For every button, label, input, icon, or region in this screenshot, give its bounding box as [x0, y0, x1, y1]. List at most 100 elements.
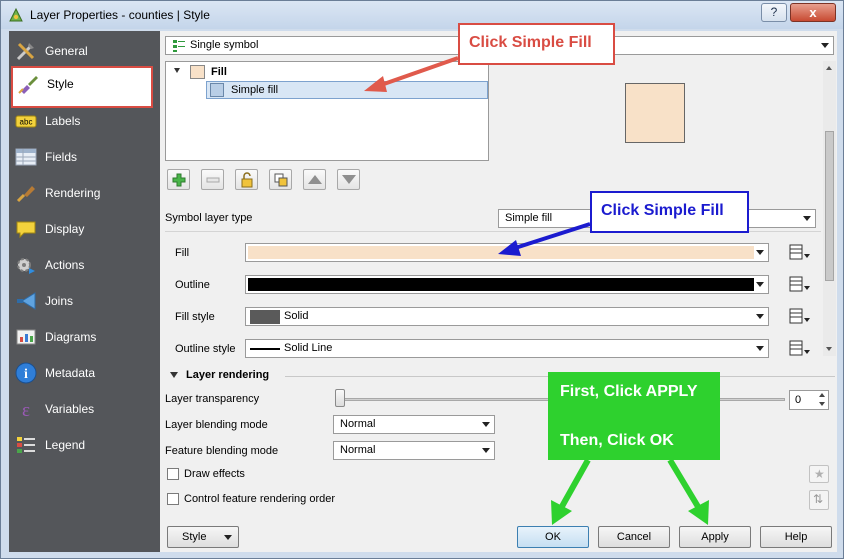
window-close-button[interactable]: x [790, 3, 836, 22]
symbol-layer-tree: Fill Simple fill [165, 61, 489, 161]
move-up-button[interactable] [303, 169, 326, 190]
diagram-icon [16, 329, 36, 345]
chevron-down-icon [482, 448, 490, 453]
data-defined-override-icon[interactable] [787, 338, 813, 358]
duplicate-layer-button[interactable] [269, 169, 292, 190]
effects-button[interactable]: ★ [809, 465, 829, 483]
sidebar-item-label: Actions [45, 258, 85, 272]
sidebar-item-legend[interactable]: Legend [9, 427, 160, 463]
control-order-label: Control feature rendering order [184, 493, 336, 505]
up-arrow-icon [308, 175, 322, 184]
slider-handle[interactable] [335, 389, 345, 407]
sidebar-item-rendering[interactable]: Rendering [9, 175, 160, 211]
fill-label: Fill [175, 247, 190, 259]
add-layer-button[interactable] [167, 169, 190, 190]
sidebar-item-label: Variables [45, 402, 95, 416]
layer-properties-window: Layer Properties - counties | Style ? x … [0, 0, 844, 559]
solid-line-icon [250, 348, 280, 350]
spin-down-icon[interactable] [819, 402, 825, 406]
lock-layer-button[interactable] [235, 169, 258, 190]
section-collapse-icon[interactable] [170, 372, 178, 378]
transparency-spinbox[interactable]: 0 [789, 390, 829, 410]
star-icon: ★ [814, 467, 825, 481]
title-bar[interactable]: Layer Properties - counties | Style ? x [1, 1, 843, 29]
data-defined-override-icon[interactable] [787, 274, 813, 294]
scroll-up-icon[interactable] [826, 66, 832, 70]
fill-swatch-icon [190, 65, 205, 79]
chevron-down-icon [821, 43, 829, 48]
outline-color-swatch [248, 278, 754, 291]
data-defined-override-icon[interactable] [787, 306, 813, 326]
svg-text:i: i [24, 367, 28, 382]
layer-blending-value: Normal [340, 418, 376, 430]
dialog-body: General Style abc Labels Fields Renderin… [9, 31, 837, 552]
feature-blending-label: Feature blending mode [165, 445, 279, 457]
blue-callout: Click Simple Fill [590, 191, 749, 233]
layer-blending-select[interactable]: Normal [333, 415, 495, 434]
control-order-checkbox[interactable] [167, 493, 179, 505]
tree-item-label: Simple fill [231, 84, 279, 96]
fill-color-button[interactable] [245, 243, 769, 262]
svg-text:ε: ε [22, 400, 30, 420]
layer-transparency-label: Layer transparency [165, 393, 260, 405]
tree-collapse-icon[interactable] [174, 68, 180, 73]
sidebar-item-variables[interactable]: ε Variables [9, 391, 160, 427]
paintbrush-icon [18, 76, 38, 94]
fill-style-select[interactable]: Solid [245, 307, 769, 326]
order-settings-button[interactable]: ⇅ [809, 490, 829, 510]
scroll-thumb[interactable] [825, 131, 834, 281]
help-button[interactable]: Help [760, 526, 832, 548]
epsilon-icon: ε [22, 400, 30, 420]
ok-button[interactable]: OK [517, 526, 589, 548]
outline-style-label: Outline style [175, 343, 236, 355]
data-defined-override-icon[interactable] [787, 242, 813, 262]
down-arrow-icon [342, 175, 356, 184]
symbol-preview [625, 83, 685, 143]
sidebar-item-diagrams[interactable]: Diagrams [9, 319, 160, 355]
move-down-button[interactable] [337, 169, 360, 190]
chevron-down-icon [756, 346, 764, 351]
fill-style-value: Solid [284, 310, 309, 322]
chevron-down-icon [756, 250, 764, 255]
spin-up-icon[interactable] [819, 393, 825, 397]
feature-blending-select[interactable]: Normal [333, 441, 495, 460]
style-menu-button[interactable]: Style [167, 526, 239, 548]
legend-icon [17, 437, 35, 453]
layer-blending-label: Layer blending mode [165, 419, 268, 431]
join-icon [17, 292, 36, 310]
sidebar-item-labels[interactable]: abc Labels [9, 103, 160, 139]
sidebar-item-label: Display [45, 222, 85, 236]
cancel-button[interactable]: Cancel [598, 526, 670, 548]
green-callout-line2: Then, Click OK [560, 432, 674, 449]
info-icon: i [15, 362, 37, 384]
sidebar-item-fields[interactable]: Fields [9, 139, 160, 175]
sidebar-item-metadata[interactable]: i Metadata [9, 355, 160, 391]
sidebar-item-joins[interactable]: Joins [9, 283, 160, 319]
layer-rendering-header[interactable]: Layer rendering [186, 369, 269, 381]
window-help-button[interactable]: ? [761, 3, 787, 22]
outline-color-button[interactable] [245, 275, 769, 294]
sidebar-item-label: Joins [45, 294, 74, 308]
draw-effects-checkbox[interactable] [167, 468, 179, 480]
sidebar-item-label: Rendering [45, 186, 101, 200]
sidebar-item-label: Fields [45, 150, 78, 164]
remove-layer-button[interactable] [201, 169, 224, 190]
sidebar-item-actions[interactable]: Actions [9, 247, 160, 283]
chevron-down-icon [756, 282, 764, 287]
simple-fill-icon [210, 83, 224, 97]
fill-color-swatch [248, 246, 754, 259]
sidebar-item-label: Metadata [45, 366, 96, 380]
sidebar-item-style[interactable]: Style [11, 66, 153, 108]
window-title: Layer Properties - counties | Style [30, 8, 210, 22]
feature-blending-value: Normal [340, 444, 376, 456]
outline-style-select[interactable]: Solid Line [245, 339, 769, 358]
sidebar-item-label: General [45, 44, 88, 58]
properties-scrollbar[interactable] [823, 61, 836, 356]
sidebar-item-display[interactable]: Display [9, 211, 160, 247]
chevron-down-icon [803, 216, 811, 221]
tree-item-fill[interactable]: Fill [211, 66, 227, 78]
apply-button[interactable]: Apply [679, 526, 751, 548]
tree-item-simple-fill[interactable]: Simple fill [206, 81, 488, 99]
sidebar-item-general[interactable]: General [9, 33, 160, 69]
scroll-down-icon[interactable] [826, 347, 832, 351]
